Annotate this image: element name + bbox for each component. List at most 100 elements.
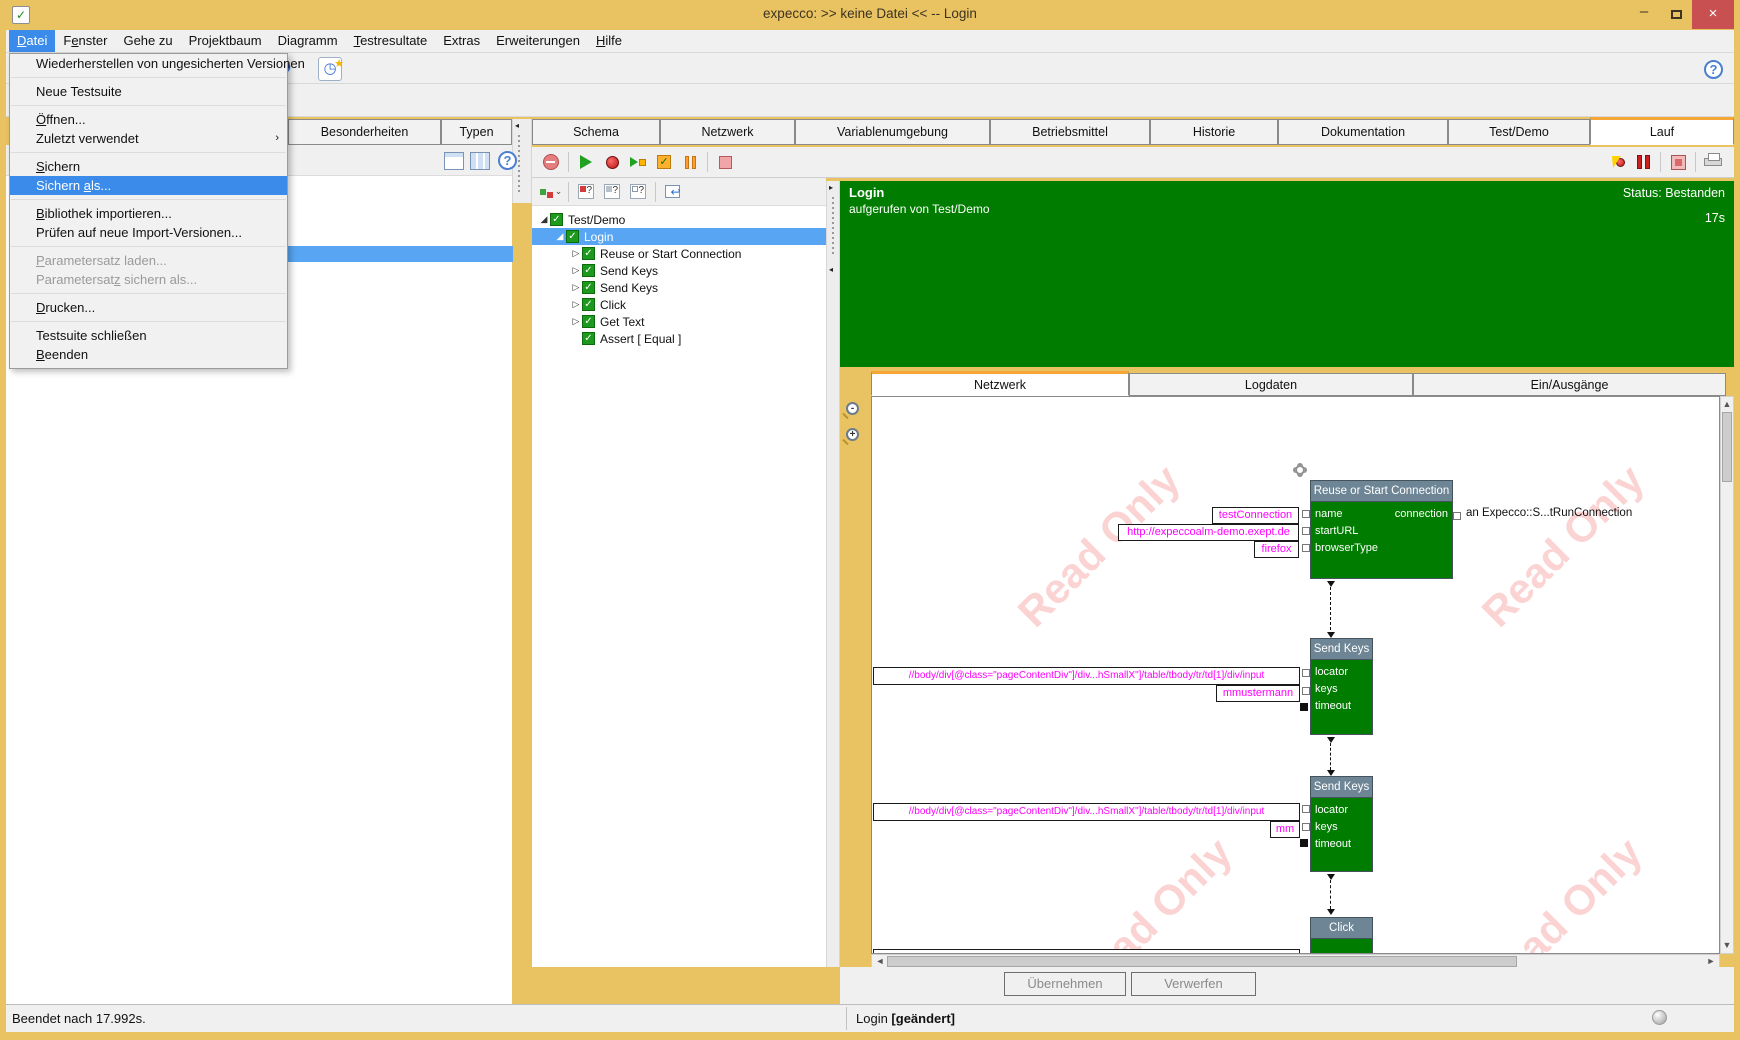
value-keys[interactable]: mm: [1270, 821, 1300, 838]
expander-collapsed-icon[interactable]: ▷: [570, 282, 582, 293]
output-pin[interactable]: [1453, 512, 1461, 520]
pin-connection[interactable]: connection: [1395, 506, 1448, 523]
menu-item-testsuite-schliessen[interactable]: Testsuite schließen: [10, 326, 287, 345]
menu-extras[interactable]: Extras: [435, 30, 488, 52]
splitter-arrow-left-icon[interactable]: ◂: [829, 265, 833, 274]
value-locator[interactable]: //body/div[@class="pageContentDiv"]/div.…: [873, 803, 1300, 821]
menu-item-sichern[interactable]: Sichern: [10, 157, 287, 176]
menu-item-sichern-als[interactable]: Sichern als...: [10, 176, 287, 195]
scheduler-icon[interactable]: ◷★: [318, 57, 342, 81]
tab-historie[interactable]: Historie: [1150, 119, 1278, 145]
menu-hilfe[interactable]: Hilfe: [588, 30, 630, 52]
tree-row-send-keys-1[interactable]: ▷ ✓ Send Keys: [532, 262, 826, 279]
pin-locator[interactable]: locator: [1315, 664, 1348, 681]
menu-item-drucken[interactable]: Drucken...: [10, 298, 287, 317]
input-pin[interactable]: [1302, 510, 1310, 518]
tab-dokumentation[interactable]: Dokumentation: [1278, 119, 1448, 145]
input-pin[interactable]: [1302, 823, 1310, 831]
tab-typen[interactable]: Typen: [441, 119, 512, 145]
tree-row-click[interactable]: ▷ ✓ Click: [532, 296, 826, 313]
input-pin[interactable]: [1302, 544, 1310, 552]
close-button[interactable]: ×: [1692, 0, 1734, 29]
tab-netzwerk[interactable]: Netzwerk: [660, 119, 795, 145]
checkbox-pass-icon[interactable]: ✓: [582, 315, 595, 328]
pin-keys[interactable]: keys: [1315, 819, 1338, 836]
input-pin-connected[interactable]: [1300, 839, 1308, 847]
canvas-vertical-scrollbar[interactable]: ▲ ▼: [1720, 396, 1734, 954]
tab-test-demo[interactable]: Test/Demo: [1448, 119, 1590, 145]
reset-run-icon[interactable]: [538, 150, 564, 174]
tab-result-ein-ausgaenge[interactable]: Ein/Ausgänge: [1413, 373, 1726, 396]
input-pin[interactable]: [1302, 805, 1310, 813]
block-click-body[interactable]: [1310, 939, 1373, 954]
menu-projektbaum[interactable]: Projektbaum: [181, 30, 270, 52]
network-diagram-canvas[interactable]: Read Only Read Only Read Only Read Only …: [871, 396, 1720, 954]
splitter-arrow-right-icon[interactable]: ▸: [829, 183, 833, 192]
input-pin[interactable]: [1302, 527, 1310, 535]
input-pin[interactable]: [1302, 687, 1310, 695]
checkbox-pass-icon[interactable]: ✓: [566, 230, 579, 243]
expander-expanded-icon[interactable]: ◢: [554, 231, 566, 242]
block-send-keys-2-body[interactable]: locator keys timeout: [1310, 798, 1373, 872]
checkbox-pass-icon[interactable]: ✓: [582, 247, 595, 260]
menu-item-beenden[interactable]: Beenden: [10, 345, 287, 364]
pin-timeout[interactable]: timeout: [1315, 698, 1351, 715]
tab-result-netzwerk[interactable]: Netzwerk: [871, 371, 1129, 396]
value-browsertype[interactable]: firefox: [1254, 541, 1299, 558]
tab-betriebsmittel[interactable]: Betriebsmittel: [990, 119, 1150, 145]
menu-datei[interactable]: Datei: [9, 30, 55, 52]
pin-keys[interactable]: keys: [1315, 681, 1338, 698]
menu-fenster[interactable]: Fenster: [55, 30, 115, 52]
value-locator[interactable]: //body/div[@class="pageContentDiv"]/div.…: [873, 667, 1300, 685]
tree-row-send-keys-2[interactable]: ▷ ✓ Send Keys: [532, 279, 826, 296]
tree-result-splitter[interactable]: ▸ ◂: [826, 181, 840, 967]
network-view-icon[interactable]: ⌄: [538, 180, 564, 204]
zoom-in-icon[interactable]: +: [846, 428, 859, 441]
expander-expanded-icon[interactable]: ◢: [538, 214, 550, 225]
menu-item-bibliothek-importieren[interactable]: Bibliothek importieren...: [10, 204, 287, 223]
stop-icon[interactable]: [712, 150, 738, 174]
block-reuse-or-start-connection[interactable]: Reuse or Start Connection: [1310, 480, 1453, 502]
discard-button[interactable]: Verwerfen: [1131, 972, 1256, 996]
checkbox-pass-icon[interactable]: ✓: [550, 213, 563, 226]
checkbox-pass-icon[interactable]: ✓: [582, 264, 595, 277]
tab-besonderheiten[interactable]: Besonderheiten: [288, 119, 441, 145]
horizontal-scroll-thumb[interactable]: [887, 956, 1517, 967]
pin-locator[interactable]: locator: [1315, 802, 1348, 819]
menu-item-zuletzt-verwendet[interactable]: Zuletzt verwendet›: [10, 129, 287, 148]
block-send-keys-2[interactable]: Send Keys: [1310, 776, 1373, 798]
tab-variablenumgebung[interactable]: Variablenumgebung: [795, 119, 990, 145]
block-send-keys-1[interactable]: Send Keys: [1310, 638, 1373, 660]
help-icon[interactable]: ?: [1704, 60, 1723, 79]
checkbox-pass-icon[interactable]: ✓: [582, 298, 595, 311]
checkbox-pass-icon[interactable]: ✓: [582, 332, 595, 345]
breakpoint-set-icon[interactable]: ?: [573, 180, 599, 204]
tab-schema[interactable]: Schema: [532, 119, 660, 145]
block-click[interactable]: Click: [1310, 917, 1373, 939]
print-icon[interactable]: [1700, 150, 1726, 174]
tree-row-test-demo[interactable]: ◢ ✓ Test/Demo: [532, 211, 826, 228]
menu-item-neue-testsuite[interactable]: Neue Testsuite: [10, 82, 287, 101]
tree-row-assert[interactable]: ✓ Assert [ Equal ]: [532, 330, 826, 347]
menu-item-oeffnen[interactable]: Öffnen...: [10, 110, 287, 129]
pin-starturl[interactable]: startURL: [1315, 523, 1358, 540]
breakpoint-clear-icon[interactable]: ?: [599, 180, 625, 204]
input-pin[interactable]: [1302, 669, 1310, 677]
menu-item-pruefen-import[interactable]: Prüfen auf neue Import-Versionen...: [10, 223, 287, 242]
menu-erweiterungen[interactable]: Erweiterungen: [488, 30, 588, 52]
value-name[interactable]: testConnection: [1212, 507, 1299, 524]
run-icon[interactable]: [573, 150, 599, 174]
run-to-breakpoint-icon[interactable]: [625, 150, 651, 174]
gear-icon[interactable]: [1295, 465, 1305, 475]
minimize-button[interactable]: –: [1628, 0, 1660, 29]
block-send-keys-1-body[interactable]: locator keys timeout: [1310, 660, 1373, 735]
expander-collapsed-icon[interactable]: ▷: [570, 316, 582, 327]
scroll-up-icon[interactable]: ▲: [1721, 398, 1733, 411]
zoom-out-icon[interactable]: -: [846, 402, 859, 415]
menu-item-wiederherstellen[interactable]: Wiederherstellen von ungesicherten Versi…: [10, 54, 287, 73]
pin-timeout[interactable]: timeout: [1315, 836, 1351, 853]
tree-row-reuse-connection[interactable]: ▷ ✓ Reuse or Start Connection: [532, 245, 826, 262]
tab-lauf[interactable]: Lauf: [1590, 117, 1734, 145]
debug-run-icon[interactable]: [599, 150, 625, 174]
block-reuse-body[interactable]: nameconnection startURL browserType: [1310, 502, 1453, 579]
